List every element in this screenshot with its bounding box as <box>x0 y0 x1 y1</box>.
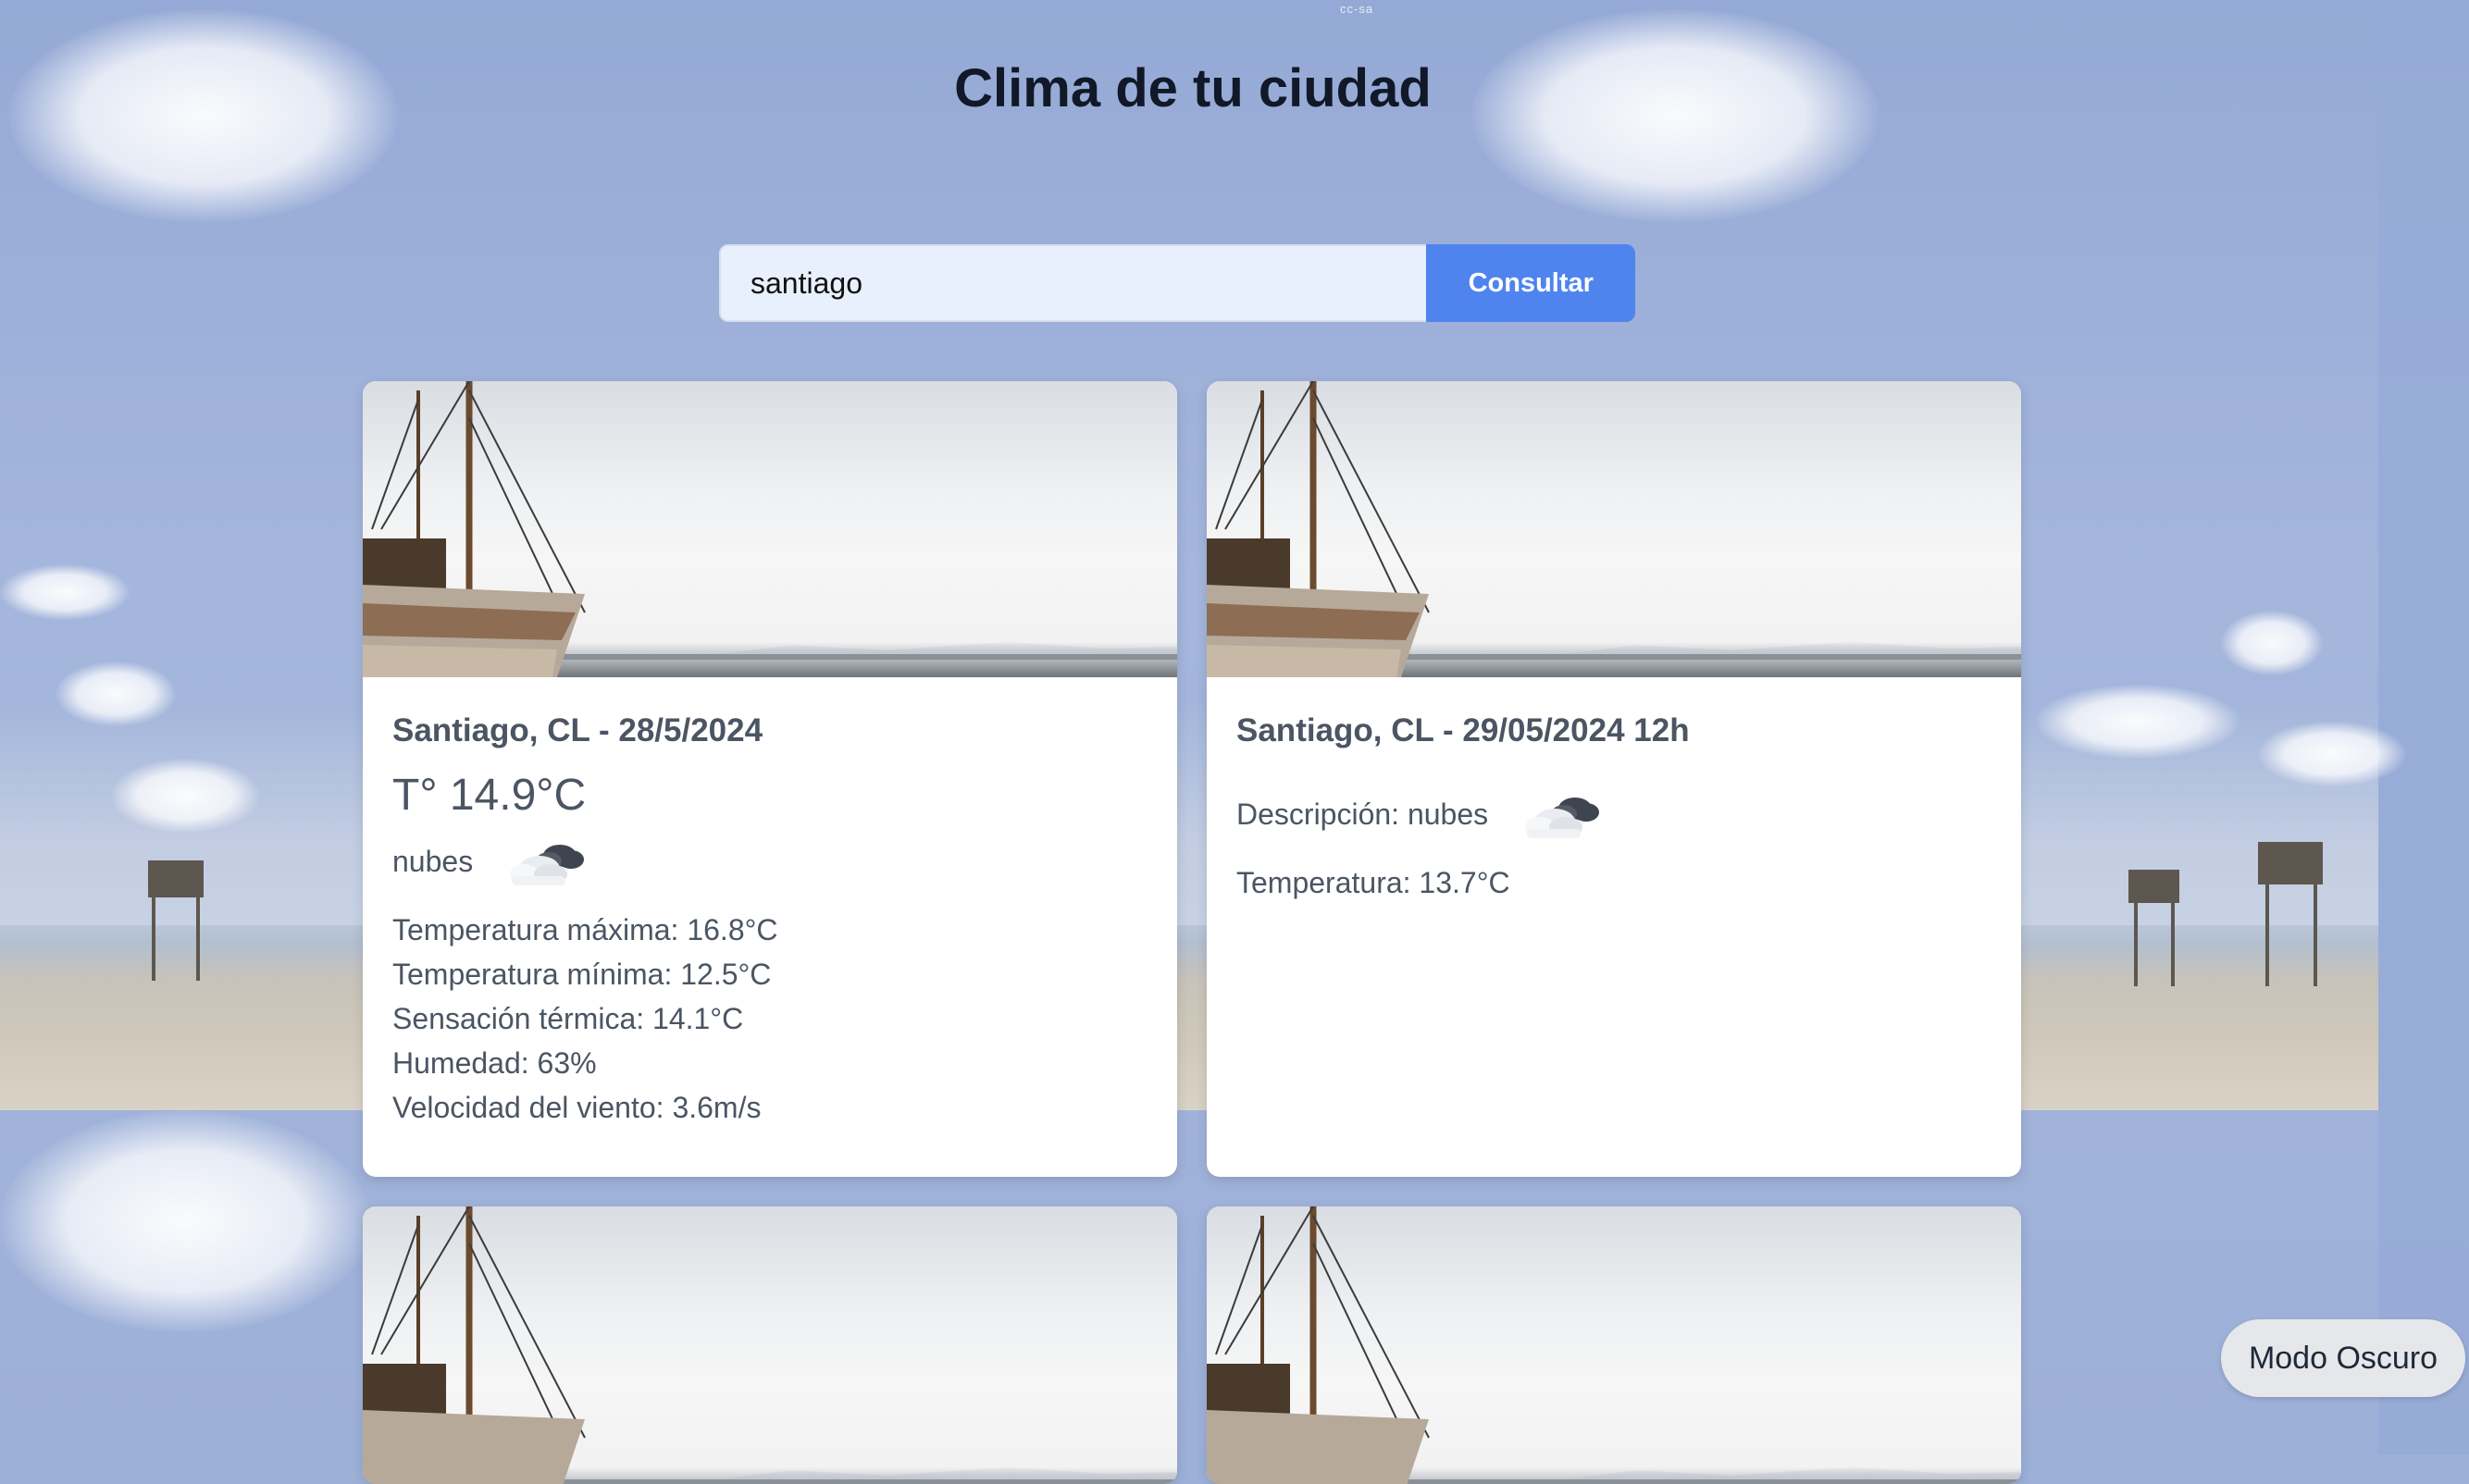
cloud-decoration <box>2258 722 2406 786</box>
forecast-description-row: Descripción: nubes <box>1236 788 1991 840</box>
forecast-card: Santiago, CL - 29/05/2024 12h Descripció… <box>1207 381 2021 1177</box>
cloud-icon <box>1521 788 1601 840</box>
min-temperature: Temperatura mínima: 12.5°C <box>392 958 772 991</box>
boat-image <box>363 1206 586 1484</box>
max-temperature: Temperatura máxima: 16.8°C <box>392 913 778 946</box>
forecast-card <box>363 1206 1177 1484</box>
wind-speed: Velocidad del viento: 3.6m/s <box>392 1091 762 1124</box>
cloud-decoration <box>2036 685 2239 759</box>
cloud-decoration <box>56 662 176 726</box>
cloud-icon <box>506 835 586 887</box>
fishing-hut-left <box>139 842 222 981</box>
cloud-decoration <box>0 564 130 620</box>
current-description-row: nubes <box>392 835 1148 887</box>
image-credit: cc-sa <box>1340 2 1374 16</box>
feels-like: Sensación térmica: 14.1°C <box>392 1002 744 1035</box>
cloud-decoration <box>2221 611 2323 675</box>
forecast-description: Descripción: nubes <box>1236 797 1489 831</box>
cloud-decoration <box>111 759 259 833</box>
forecast-temperature: Temperatura: 13.7°C <box>1236 866 1510 899</box>
card-photo <box>1207 381 2021 677</box>
card-photo <box>1207 1206 2021 1484</box>
forecast-heading: Santiago, CL - 29/05/2024 12h <box>1236 712 1690 748</box>
current-details-list: Temperatura máxima: 16.8°C Temperatura m… <box>392 908 1148 1130</box>
background-edge <box>2378 0 2469 1454</box>
forecast-card <box>1207 1206 2021 1484</box>
fishing-hut-right <box>2128 833 2341 990</box>
search-form: Consultar <box>719 244 1635 322</box>
consult-button[interactable]: Consultar <box>1426 244 1635 322</box>
city-search-input[interactable] <box>719 244 1427 322</box>
boat-image <box>1207 1206 1430 1484</box>
current-weather-heading: Santiago, CL - 28/5/2024 <box>392 712 763 748</box>
page-title: Clima de tu ciudad <box>954 58 1432 118</box>
boat-image <box>1207 381 1430 677</box>
dark-mode-toggle[interactable]: Modo Oscuro <box>2221 1319 2465 1397</box>
background-horizon <box>0 703 2378 934</box>
cloud-decoration <box>0 1110 370 1332</box>
current-description: nubes <box>392 844 474 878</box>
background-beach <box>0 925 2378 1110</box>
humidity: Humedad: 63% <box>392 1046 597 1080</box>
boat-image <box>363 381 586 677</box>
current-weather-card: Santiago, CL - 28/5/2024 T° 14.9°C nubes… <box>363 381 1177 1177</box>
card-photo <box>363 1206 1177 1484</box>
card-photo <box>363 381 1177 677</box>
current-temperature: T° 14.9°C <box>392 771 587 820</box>
